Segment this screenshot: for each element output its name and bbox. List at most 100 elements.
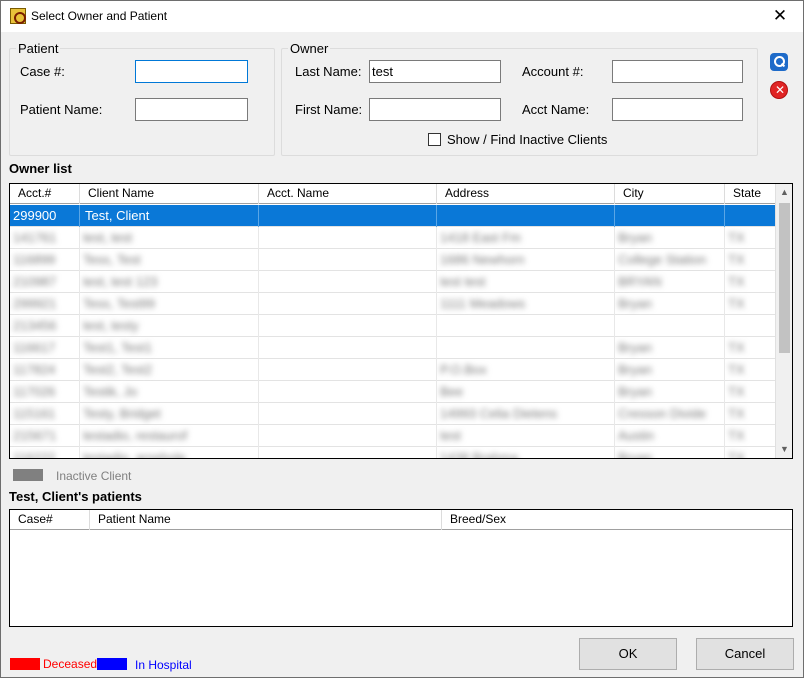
- table-row[interactable]: 141761 test, test 1418 East Fm Bryan TX: [10, 227, 776, 249]
- col-header-state[interactable]: State: [725, 184, 776, 204]
- patient-name-input[interactable]: [135, 98, 248, 121]
- cell-acct-name: [259, 315, 437, 337]
- cell-city: Bryan: [615, 447, 725, 458]
- redacted-text: Bryan: [618, 296, 652, 311]
- show-inactive-label[interactable]: Show / Find Inactive Clients: [447, 132, 607, 147]
- redacted-text: test, test: [83, 230, 133, 245]
- scroll-down-icon[interactable]: ▼: [776, 441, 792, 458]
- redacted-text: Bryan: [618, 362, 652, 377]
- redacted-text: Bryan: [618, 384, 652, 399]
- redacted-text: TX: [728, 428, 745, 443]
- redacted-text: College Station: [618, 252, 707, 267]
- patients-list-grid[interactable]: Case# Patient Name Breed/Sex: [9, 509, 793, 627]
- last-name-label: Last Name:: [295, 64, 362, 79]
- cell-address: 14993 Celia Dietens: [437, 403, 615, 425]
- owner-group-legend: Owner: [290, 41, 329, 56]
- cell-state: TX: [725, 227, 776, 249]
- owner-list-scrollbar[interactable]: ▲ ▼: [775, 184, 792, 458]
- cell-address: P.O.Box: [437, 359, 615, 381]
- cell-state: [725, 205, 776, 227]
- cell-city: Austin: [615, 425, 725, 447]
- table-row[interactable]: 117824 Test2, Test2 P.O.Box Bryan TX: [10, 359, 776, 381]
- cell-state: TX: [725, 403, 776, 425]
- redacted-text: P.O.Box: [440, 362, 487, 377]
- title-bar: Select Owner and Patient ✕: [1, 1, 803, 32]
- case-number-input[interactable]: [135, 60, 248, 83]
- redacted-text: TX: [728, 450, 745, 459]
- first-name-input[interactable]: [369, 98, 501, 121]
- owner-list-title: Owner list: [9, 161, 72, 176]
- cell-acct: 116222: [10, 447, 80, 458]
- table-row[interactable]: 115161 Testy, Bridget 14993 Celia Dietens C…: [10, 403, 776, 425]
- redacted-text: 14993 Celia Dietens: [440, 406, 558, 421]
- cell-address: 1438 Brahma: [437, 447, 615, 458]
- redacted-text: TX: [728, 384, 745, 399]
- redacted-text: 115161: [13, 406, 56, 421]
- search-icon[interactable]: [770, 53, 788, 71]
- redacted-text: Test2, Test2: [83, 362, 153, 377]
- cancel-button[interactable]: Cancel: [696, 638, 794, 670]
- table-row[interactable]: 213456 test, testy: [10, 315, 776, 337]
- redacted-text: 210987: [13, 274, 57, 289]
- cell-state: TX: [725, 381, 776, 403]
- redacted-text: test, testy: [83, 318, 139, 333]
- redacted-text: 213456: [13, 318, 57, 333]
- col-header-acct-name[interactable]: Acct. Name: [259, 184, 437, 204]
- owner-list-grid[interactable]: Acct.# Client Name Acct. Name Address Ci…: [9, 183, 793, 459]
- owner-list-header: Acct.# Client Name Acct. Name Address Ci…: [10, 184, 776, 204]
- table-row[interactable]: 299921 Tess, Test99 1111 Meadows Bryan TX: [10, 293, 776, 315]
- col-header-patient-name[interactable]: Patient Name: [90, 510, 442, 530]
- cell-city: Bryan: [615, 293, 725, 315]
- cell-acct: 116899: [10, 249, 80, 271]
- table-row[interactable]: 116222 testadio, arsehole 1438 Brahma Bryan…: [10, 447, 776, 459]
- redacted-text: 116617: [13, 340, 56, 355]
- col-header-city[interactable]: City: [615, 184, 725, 204]
- table-row[interactable]: 116899 Tess, Test 1686 Newhorn College Stat…: [10, 249, 776, 271]
- cell-address: test test: [437, 271, 615, 293]
- redacted-text: testadio, restaurof: [83, 428, 188, 443]
- redacted-text: 1418 East Fm: [440, 230, 521, 245]
- select-owner-patient-dialog: Select Owner and Patient ✕ Patient Case …: [0, 0, 804, 678]
- scroll-thumb[interactable]: [779, 203, 790, 353]
- redacted-text: Test1, Test1: [83, 340, 153, 355]
- scroll-up-icon[interactable]: ▲: [776, 184, 792, 201]
- col-header-client-name[interactable]: Client Name: [80, 184, 259, 204]
- cell-acct-name: [259, 425, 437, 447]
- case-number-label: Case #:: [20, 64, 65, 79]
- col-header-breed-sex[interactable]: Breed/Sex: [442, 510, 792, 530]
- account-number-input[interactable]: [612, 60, 743, 83]
- cell-client-name: Testy, Bridget: [80, 403, 259, 425]
- table-row[interactable]: 116617 Test1, Test1 Bryan TX: [10, 337, 776, 359]
- inactive-legend-label: Inactive Client: [56, 469, 132, 483]
- cell-acct-name: [259, 205, 437, 227]
- cell-city: [615, 315, 725, 337]
- redacted-text: testadio, arsehole: [83, 450, 186, 459]
- last-name-input[interactable]: [369, 60, 501, 83]
- acct-name-input[interactable]: [612, 98, 743, 121]
- col-header-address[interactable]: Address: [437, 184, 615, 204]
- redacted-text: test, test 123: [83, 274, 158, 289]
- redacted-text: Cresson Divide: [618, 406, 707, 421]
- cell-acct: 299921: [10, 293, 80, 315]
- patients-list-title: Test, Client's patients: [9, 489, 142, 504]
- cell-acct: 117026: [10, 381, 80, 403]
- redacted-text: TX: [728, 252, 745, 267]
- table-row[interactable]: 210987 test, test 123 test test BRYAN TX: [10, 271, 776, 293]
- cell-client-name: Testik, Jo: [80, 381, 259, 403]
- table-row[interactable]: 117026 Testik, Jo Bee Bryan TX: [10, 381, 776, 403]
- in-hospital-legend-label: In Hospital: [135, 658, 192, 672]
- redacted-text: test test: [440, 274, 486, 289]
- cell-address: 1686 Newhorn: [437, 249, 615, 271]
- clear-icon[interactable]: ✕: [770, 81, 788, 99]
- cell-client-name: Tess, Test: [80, 249, 259, 271]
- table-row-selected[interactable]: 299900 Test, Client: [10, 205, 776, 227]
- cell-acct-name: [259, 359, 437, 381]
- col-header-case[interactable]: Case#: [10, 510, 90, 530]
- redacted-text: Austin: [618, 428, 655, 443]
- col-header-acct[interactable]: Acct.#: [10, 184, 80, 204]
- table-row[interactable]: 215671 testadio, restaurof test Austin TX: [10, 425, 776, 447]
- redacted-text: 1111 Meadows: [440, 296, 526, 311]
- close-icon[interactable]: ✕: [757, 1, 803, 32]
- show-inactive-checkbox[interactable]: [428, 133, 441, 146]
- ok-button[interactable]: OK: [579, 638, 677, 670]
